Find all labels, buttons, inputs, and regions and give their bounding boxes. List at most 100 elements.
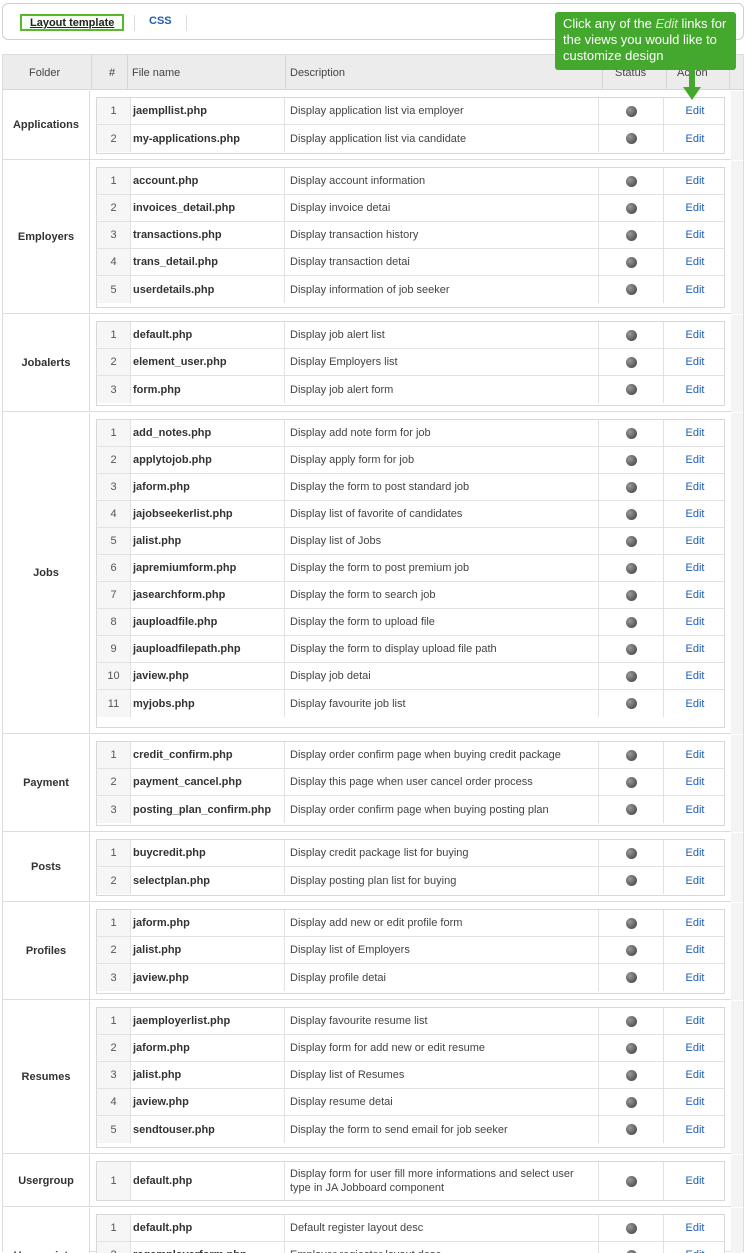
edit-link[interactable]: Edit <box>686 105 705 117</box>
edit-link[interactable]: Edit <box>686 643 705 655</box>
edit-link[interactable]: Edit <box>686 229 705 241</box>
file-name: element_user.php <box>131 349 285 375</box>
file-description: Display the form to post standard job <box>285 474 599 500</box>
table-row: 7 jasearchform.php Display the form to sea… <box>97 582 724 609</box>
edit-link[interactable]: Edit <box>686 356 705 368</box>
action-cell: Edit <box>664 964 726 991</box>
edit-link[interactable]: Edit <box>686 508 705 520</box>
file-description: Display order confirm page when buying p… <box>285 796 599 823</box>
file-name: jaempllist.php <box>131 98 285 124</box>
status-dot-icon[interactable] <box>625 105 637 117</box>
status-dot-icon[interactable] <box>625 616 637 628</box>
folder-group: Payment 1 credit_confirm.php Display order … <box>3 735 743 832</box>
file-list: 1 jaform.php Display add new or edit profi… <box>96 909 725 994</box>
folder-group: Profiles 1 jaform.php Display add new or ed… <box>3 903 743 1000</box>
status-dot-icon[interactable] <box>625 1249 637 1253</box>
status-dot-icon[interactable] <box>625 481 637 493</box>
edit-link[interactable]: Edit <box>686 175 705 187</box>
status-dot-icon[interactable] <box>625 1096 637 1108</box>
row-number: 3 <box>97 1062 131 1088</box>
edit-link[interactable]: Edit <box>686 1175 705 1187</box>
status-dot-icon[interactable] <box>625 427 637 439</box>
status-dot-icon[interactable] <box>625 508 637 520</box>
status-dot-icon[interactable] <box>625 356 637 368</box>
edit-link[interactable]: Edit <box>686 329 705 341</box>
status-dot-icon[interactable] <box>625 1175 637 1187</box>
edit-link[interactable]: Edit <box>686 1069 705 1081</box>
edit-link[interactable]: Edit <box>686 698 705 710</box>
file-name: jauploadfilepath.php <box>131 636 285 662</box>
edit-link[interactable]: Edit <box>686 670 705 682</box>
row-number: 1 <box>97 1215 131 1241</box>
status-dot-icon[interactable] <box>625 384 637 395</box>
status-dot-icon[interactable] <box>625 917 637 929</box>
edit-link[interactable]: Edit <box>686 1015 705 1027</box>
status-dot-icon[interactable] <box>625 229 637 241</box>
status-dot-icon[interactable] <box>625 875 637 886</box>
status-dot-icon[interactable] <box>625 804 637 815</box>
status-dot-icon[interactable] <box>625 749 637 761</box>
edit-link[interactable]: Edit <box>686 256 705 268</box>
edit-link[interactable]: Edit <box>686 1222 705 1234</box>
edit-link[interactable]: Edit <box>686 589 705 601</box>
edit-link[interactable]: Edit <box>686 562 705 574</box>
tab-css[interactable]: CSS <box>141 14 180 31</box>
status-dot-icon[interactable] <box>625 589 637 601</box>
status-dot-icon[interactable] <box>625 776 637 788</box>
status-dot-icon[interactable] <box>625 562 637 574</box>
edit-link[interactable]: Edit <box>686 454 705 466</box>
status-dot-icon[interactable] <box>625 847 637 859</box>
edit-link[interactable]: Edit <box>686 776 705 788</box>
status-dot-icon[interactable] <box>625 944 637 956</box>
status-cell <box>599 420 664 446</box>
folder-name: Jobs <box>3 413 90 733</box>
status-dot-icon[interactable] <box>625 329 637 341</box>
action-cell: Edit <box>664 867 726 894</box>
edit-link[interactable]: Edit <box>686 202 705 214</box>
file-name: japremiumform.php <box>131 555 285 581</box>
arrow-down-icon <box>683 69 701 100</box>
action-cell: Edit <box>664 98 726 124</box>
edit-link[interactable]: Edit <box>686 875 705 887</box>
edit-link[interactable]: Edit <box>686 917 705 929</box>
edit-link[interactable]: Edit <box>686 1249 705 1253</box>
edit-link[interactable]: Edit <box>686 616 705 628</box>
status-dot-icon[interactable] <box>625 698 637 709</box>
edit-link[interactable]: Edit <box>686 384 705 396</box>
status-dot-icon[interactable] <box>625 175 637 187</box>
edit-link[interactable]: Edit <box>686 1042 705 1054</box>
status-dot-icon[interactable] <box>625 284 637 295</box>
status-dot-icon[interactable] <box>625 670 637 682</box>
status-dot-icon[interactable] <box>625 972 637 983</box>
status-cell <box>599 501 664 527</box>
status-dot-icon[interactable] <box>625 643 637 655</box>
status-dot-icon[interactable] <box>625 535 637 547</box>
status-dot-icon[interactable] <box>625 202 637 214</box>
edit-link[interactable]: Edit <box>686 481 705 493</box>
edit-link[interactable]: Edit <box>686 535 705 547</box>
edit-link[interactable]: Edit <box>686 1096 705 1108</box>
edit-link[interactable]: Edit <box>686 847 705 859</box>
row-number: 1 <box>97 1162 131 1200</box>
status-dot-icon[interactable] <box>625 454 637 466</box>
edit-link[interactable]: Edit <box>686 284 705 296</box>
table-row: 4 jajobseekerlist.php Display list of favo… <box>97 501 724 528</box>
status-dot-icon[interactable] <box>625 1222 637 1234</box>
status-dot-icon[interactable] <box>625 1069 637 1081</box>
file-name: jaview.php <box>131 663 285 689</box>
status-dot-icon[interactable] <box>625 256 637 268</box>
file-description: Display information of job seeker <box>285 276 599 303</box>
edit-link[interactable]: Edit <box>686 749 705 761</box>
status-dot-icon[interactable] <box>625 133 637 144</box>
edit-link[interactable]: Edit <box>686 133 705 145</box>
edit-link[interactable]: Edit <box>686 427 705 439</box>
edit-link[interactable]: Edit <box>686 1124 705 1136</box>
edit-link[interactable]: Edit <box>686 944 705 956</box>
edit-link[interactable]: Edit <box>686 804 705 816</box>
status-dot-icon[interactable] <box>625 1042 637 1054</box>
tab-layout-template[interactable]: Layout template <box>20 14 125 31</box>
status-dot-icon[interactable] <box>625 1015 637 1027</box>
status-dot-icon[interactable] <box>625 1124 637 1135</box>
action-cell: Edit <box>664 769 726 795</box>
edit-link[interactable]: Edit <box>686 972 705 984</box>
